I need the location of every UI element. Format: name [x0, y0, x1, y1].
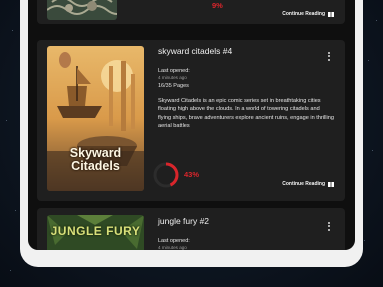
book-cover[interactable]: Skyward Citadels — [47, 46, 144, 191]
book-card: 9% Continue Reading — [37, 0, 345, 24]
more-options-icon[interactable] — [328, 222, 331, 232]
progress-ring — [153, 162, 179, 188]
book-open-icon — [328, 11, 334, 17]
last-opened-label: Last opened: — [158, 238, 190, 244]
book-cover[interactable] — [47, 0, 117, 20]
book-description: Skyward Citadels is an epic comic series… — [158, 98, 334, 130]
book-cover[interactable]: JUNGLE FURY — [47, 215, 144, 250]
book-title[interactable]: jungle fury #2 — [158, 216, 209, 226]
last-opened-value: 4 minutes ago — [158, 75, 187, 80]
book-card: Skyward Citadels skyward citadels #4 Las… — [37, 40, 345, 201]
continue-reading-button[interactable]: Continue Reading — [282, 181, 334, 187]
cover-title: Skyward Citadels — [69, 146, 122, 173]
last-opened-value: 4 minutes ago — [158, 245, 187, 250]
continue-reading-button[interactable]: Continue Reading — [282, 11, 334, 17]
page-count: 16/35 Pages — [158, 83, 189, 89]
continue-reading-label: Continue Reading — [282, 11, 325, 17]
continue-reading-label: Continue Reading — [282, 181, 325, 187]
progress-percent: 43% — [184, 170, 200, 179]
progress-percent: 9% — [212, 1, 223, 10]
more-options-icon[interactable] — [328, 52, 331, 62]
book-open-icon — [328, 181, 334, 187]
app-screen: 9% Continue Reading Skyward Citadels sky… — [28, 0, 355, 250]
book-card: JUNGLE FURY jungle fury #2 Last opened: … — [37, 208, 345, 250]
book-title[interactable]: skyward citadels #4 — [158, 46, 232, 56]
cover-title: JUNGLE FURY — [50, 224, 141, 238]
last-opened-label: Last opened: — [158, 68, 190, 74]
